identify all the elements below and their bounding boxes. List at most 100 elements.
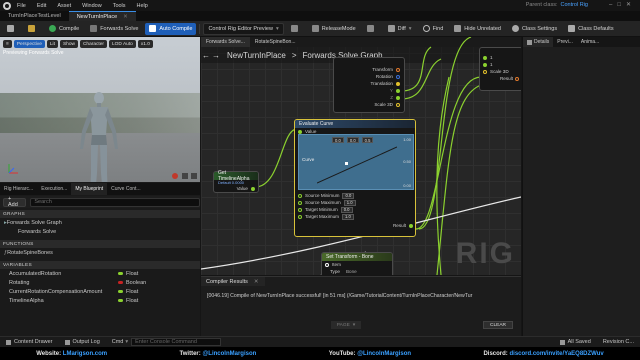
curve-editor[interactable]: 0.0 0.0 0.5 1.00 0.50 0.00 Curve (298, 134, 414, 190)
graph-editor[interactable]: Forwards Solve... RotateSpineBon... ← → … (201, 37, 521, 275)
page-dropdown[interactable]: PAGE ▾ (331, 321, 361, 329)
graph-item[interactable]: Forwards Solve (0, 227, 200, 236)
lit-button[interactable]: Lit (46, 40, 58, 48)
editor-preview-dropdown[interactable]: Control Rig Editor Preview ▾ (203, 22, 284, 35)
variable-row[interactable]: CurrentRotationCompensationAmount Float (0, 287, 200, 296)
record-icon[interactable] (172, 173, 178, 179)
folder-icon (28, 25, 35, 32)
menu-edit[interactable]: Edit (37, 3, 46, 9)
menu-asset[interactable]: Asset (57, 3, 71, 9)
preview-viewport[interactable]: ≡ Perspective Lit Show Character LOD Aut… (0, 37, 200, 182)
content-drawer-button[interactable]: Content Drawer (0, 337, 59, 348)
browse-button[interactable] (24, 23, 42, 35)
node-pin: Source Minimum 0.0 (295, 192, 417, 199)
viewport-options-button[interactable]: ≡ (3, 40, 12, 48)
forwards-solve-button[interactable]: Forwards Solve (86, 23, 142, 35)
playback-speed-button[interactable]: x1.0 (137, 40, 153, 48)
search-icon (422, 25, 430, 32)
class-defaults-button[interactable]: Class Defaults (564, 23, 617, 35)
menu-bar: File Edit Asset Window Tools Help Parent… (0, 0, 640, 11)
variables-header[interactable]: VARIABLES (0, 261, 200, 269)
search-input[interactable]: Search (30, 197, 200, 207)
numeric-input[interactable]: 0.0 (340, 206, 353, 213)
close-icon[interactable]: ✕ (123, 14, 128, 20)
revision-control-button[interactable]: Revision C... (597, 337, 640, 348)
graphs-header[interactable]: GRAPHS (0, 210, 200, 218)
parent-class: Parent class: Control Rig (525, 2, 588, 8)
clear-button[interactable]: CLEAR (483, 321, 513, 329)
node-pin: Result (480, 75, 521, 82)
playback-controls (170, 173, 198, 181)
perspective-button[interactable]: Perspective (13, 40, 45, 48)
step-icon[interactable] (191, 173, 198, 179)
character-button[interactable]: Character (79, 40, 108, 48)
window-controls[interactable]: –□✕ (609, 1, 636, 8)
functions-header[interactable]: FUNCTIONS (0, 240, 200, 248)
auto-compile-toggle[interactable]: Auto Compile (145, 22, 197, 35)
footer-website: Website: LMarigson.com (36, 350, 108, 357)
tab-rig-hierarchy[interactable]: Rig Hierarc... (0, 183, 37, 195)
get-timelinealpha-node[interactable]: Get TimelineAlpha Default 0.0000 Value (213, 170, 259, 193)
diff-button[interactable]: Diff ▾ (384, 23, 416, 35)
node-pin: Scale 3D (334, 101, 404, 108)
details-panel: Details Previ... Anima... (522, 37, 640, 336)
step-button[interactable] (363, 23, 381, 35)
transform-node[interactable]: Transform Rotation Translation Y Z Scale… (333, 57, 405, 113)
class-settings-button[interactable]: Class Settings (508, 23, 561, 35)
play-button[interactable] (287, 23, 305, 35)
tab-compiler-results[interactable]: Compiler Results ✕ (201, 277, 265, 286)
cmd-dropdown[interactable]: Cmd ▾ Enter Console Command (106, 337, 227, 348)
numeric-input[interactable]: 1.0 (341, 213, 354, 220)
menu-window[interactable]: Window (82, 3, 102, 9)
variable-type-pill (118, 272, 123, 275)
add-button[interactable]: + Add (3, 196, 27, 208)
node-title: Set Transform - Bone (322, 253, 392, 261)
tab-newturninplace[interactable]: NewTurnInPlace ✕ (68, 11, 136, 21)
compile-button[interactable]: Compile (45, 23, 83, 35)
node-pin: Y (334, 87, 404, 94)
console-command-input[interactable]: Enter Console Command (131, 338, 222, 346)
tab-preview-settings[interactable]: Previ... (553, 37, 577, 47)
variable-row[interactable]: TimelineAlpha Float (0, 296, 200, 305)
status-bar: Content Drawer Output Log Cmd ▾ Enter Con… (0, 336, 640, 347)
numeric-input[interactable]: 0.0 (342, 192, 355, 199)
variable-row[interactable]: Rotating Boolean (0, 278, 200, 287)
tab-animation[interactable]: Anima... (577, 37, 603, 47)
checkbox-icon (149, 25, 157, 32)
save-button[interactable] (3, 23, 21, 35)
node-pin: Transform (334, 66, 404, 73)
pause-icon[interactable] (181, 173, 188, 179)
tab-curve-container[interactable]: Curve Cont... (107, 183, 144, 195)
footer-twitter: Twitter: @LincolnMargison (179, 350, 257, 357)
hide-unrelated-button[interactable]: Hide Unrelated (450, 23, 505, 35)
show-button[interactable]: Show (59, 40, 78, 48)
node-pin: Scale 3D (480, 68, 521, 75)
hide-icon (454, 25, 462, 32)
tab-details[interactable]: Details (523, 37, 554, 47)
find-button[interactable]: Find (419, 23, 448, 35)
right-tabs: Details Previ... Anima... (523, 37, 640, 47)
close-icon[interactable]: ✕ (254, 279, 259, 285)
set-transform-node[interactable]: Set Transform - Bone Item Type Bone (321, 252, 393, 275)
variable-row[interactable]: AccumulatedRotation Float (0, 269, 200, 278)
graph-item[interactable]: ▸ Forwards Solve Graph (0, 218, 200, 227)
make-transform-node[interactable]: 1 1 Scale 3D Result (479, 47, 521, 91)
lod-button[interactable]: LOD Auto (109, 40, 136, 48)
tab-level[interactable]: TurnInPlaceTestLevel (0, 11, 69, 21)
menu-tools[interactable]: Tools (113, 3, 126, 9)
menu-help[interactable]: Help (137, 3, 148, 9)
all-saved-indicator[interactable]: All Saved (554, 337, 597, 348)
menu-file[interactable]: File (17, 3, 26, 9)
node-pin: Z (334, 94, 404, 101)
chevron-down-icon: ▾ (352, 322, 356, 328)
function-item[interactable]: ƒ RotateSpineBones (0, 248, 200, 257)
evaluate-curve-node[interactable]: Evaluate Curve Value 0.0 0.0 0.5 1.00 0.… (294, 119, 416, 237)
chevron-down-icon: ▾ (408, 25, 412, 32)
release-mode-button[interactable]: ReleaseMode (308, 23, 360, 35)
parent-class-link[interactable]: Control Rig (560, 2, 588, 8)
tab-execution-stack[interactable]: Execution... (37, 183, 71, 195)
save-icon (559, 339, 565, 345)
tab-my-blueprint[interactable]: My Blueprint (71, 183, 108, 195)
numeric-input[interactable]: 1.0 (343, 199, 356, 206)
output-log-button[interactable]: Output Log (59, 337, 106, 348)
